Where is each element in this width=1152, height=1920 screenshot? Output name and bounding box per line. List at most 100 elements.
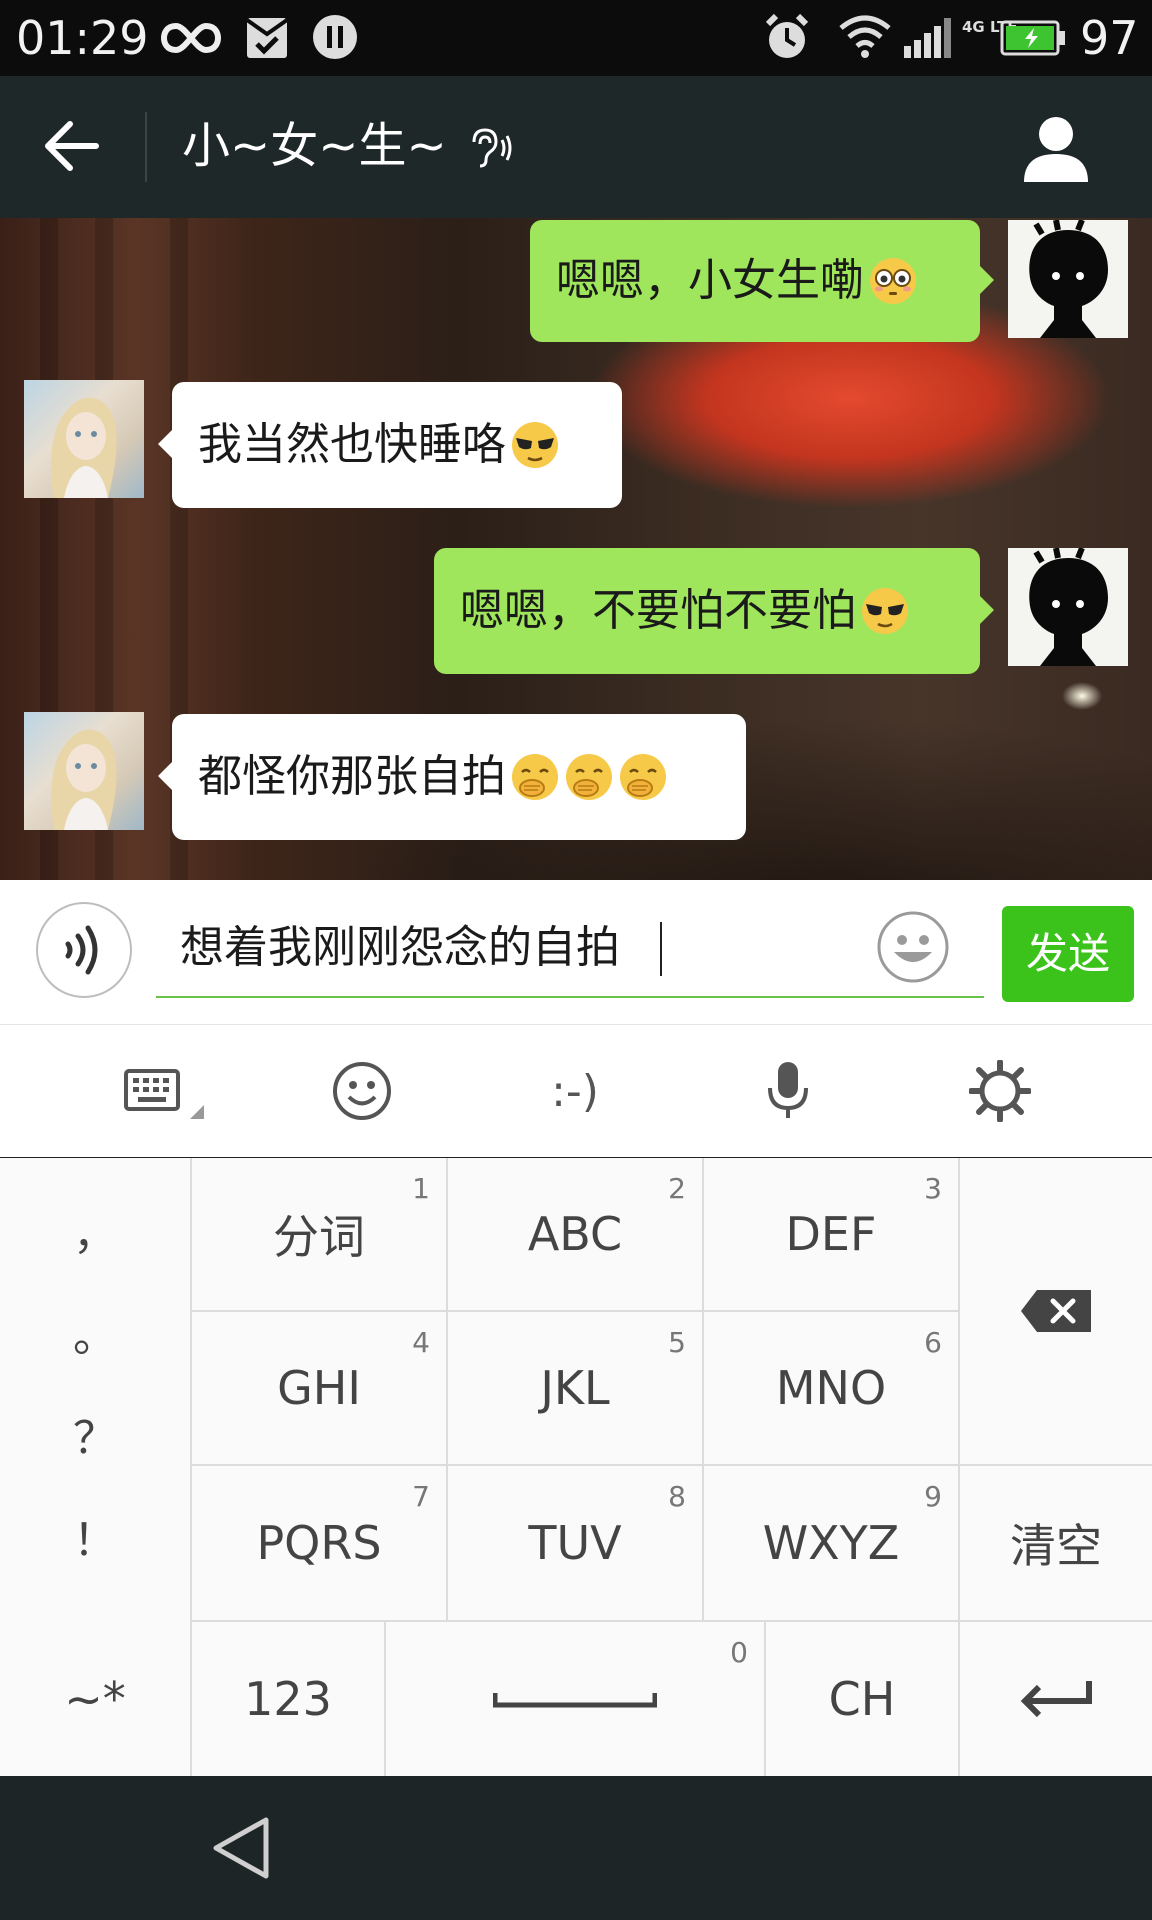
key-label: 清空 [1010,1519,1102,1573]
enter-key[interactable] [960,1622,1152,1776]
key-number: 6 [924,1326,942,1359]
key-label: WXYZ [762,1516,900,1570]
key-9[interactable]: WXYZ 9 [704,1466,958,1620]
cool-face-icon [512,422,558,468]
voice-input-button[interactable] [36,902,132,998]
bubble-tail [980,596,994,624]
punct-comma[interactable]: ， [0,1198,190,1262]
key-number: 1 [412,1172,430,1205]
title-bar: 小~女~生~ [0,76,1152,218]
alarm-icon [765,13,809,58]
emoji-panel-button[interactable] [326,1053,398,1129]
message-bubble-sent[interactable]: 嗯嗯，不要怕不要怕 [434,548,994,674]
key-label: JKL [540,1361,610,1415]
key-label: GHI [277,1361,361,1415]
battery-percent: 97 [1080,11,1139,65]
bubble-tail [158,762,172,790]
key-4[interactable]: GHI 4 [192,1312,446,1464]
punctuation-list[interactable]: ， 。 ？ ！ [0,1158,190,1622]
key-label: CH [828,1672,896,1726]
clear-key[interactable]: 清空 [960,1466,1152,1620]
shy-face-icon [620,754,666,800]
space-key[interactable]: 0 [386,1622,764,1776]
status-bar: 01:29 4G LTE 97 [0,0,1152,76]
symbols-key[interactable]: ~* [0,1622,190,1776]
enter-arrow-icon [1020,1681,1092,1718]
emoticon-button[interactable]: :-) [530,1053,620,1129]
message-bubble-received[interactable]: 都怪你那张自拍 [158,714,746,840]
wifi-icon [839,15,891,58]
infinity-icon [160,22,222,54]
message-text: 嗯嗯，不要怕不要怕 [460,585,856,636]
key-label: 分词 [273,1210,365,1264]
my-avatar[interactable] [1008,548,1128,666]
bubble-tail [980,266,994,294]
key-1[interactable]: 分词 1 [192,1158,446,1310]
voice-typing-button[interactable] [760,1053,816,1129]
key-number: 3 [924,1172,942,1205]
notification-check-icon [245,18,289,58]
key-6[interactable]: MNO 6 [704,1312,958,1464]
contact-profile-icon[interactable] [1018,112,1094,184]
pause-icon [313,15,357,59]
backspace-key[interactable] [960,1158,1152,1464]
microphone-icon [768,1062,808,1118]
punct-question[interactable]: ？ [0,1402,190,1466]
send-button[interactable]: 发送 [1002,906,1134,1002]
key-label: PQRS [256,1516,382,1570]
chat-messages[interactable]: 嗯嗯，小女生嘞 我当然也快睡咯 嗯嗯，不要怕不要怕 都怪你那张自拍 [0,218,1152,880]
ime-settings-button[interactable] [964,1053,1036,1129]
navigation-bar [0,1776,1152,1920]
key-2[interactable]: ABC 2 [448,1158,702,1310]
key-3[interactable]: DEF 3 [704,1158,958,1310]
message-text: 嗯嗯，小女生嘞 [556,255,864,306]
my-avatar[interactable] [1008,220,1128,338]
key-number: 7 [412,1480,430,1513]
key-label: MNO [775,1361,887,1415]
flushed-face-icon [870,258,916,304]
bubble-tail [158,430,172,458]
language-key[interactable]: CH [766,1622,958,1776]
message-input[interactable]: 想着我刚刚怨念的自拍 [156,902,984,998]
key-label: 123 [244,1672,332,1726]
key-number: 4 [412,1326,430,1359]
cool-face-icon [862,588,908,634]
smiley-icon [333,1062,391,1120]
signal-icon [904,18,951,58]
key-number: 0 [730,1636,748,1669]
voice-wave-icon [65,925,98,975]
key-label: ~* [64,1672,126,1726]
ime-toolbar: :-) [0,1025,1152,1157]
key-number: 5 [668,1326,686,1359]
nav-back-icon[interactable] [206,1812,278,1884]
shy-face-icon [512,754,558,800]
backspace-icon [1021,1290,1091,1332]
text-caret [660,922,662,976]
title-divider [145,112,147,182]
punct-exclaim[interactable]: ！ [0,1504,190,1568]
emoji-face-icon[interactable] [876,910,950,984]
message-text: 我当然也快睡咯 [198,419,506,470]
message-input-text: 想着我刚刚怨念的自拍 [180,922,620,973]
numbers-key[interactable]: 123 [192,1622,384,1776]
message-text: 都怪你那张自拍 [198,751,506,802]
contact-avatar[interactable] [24,712,144,830]
battery-icon [1000,20,1065,56]
key-label: DEF [785,1207,877,1261]
key-7[interactable]: PQRS 7 [192,1466,446,1620]
punct-period[interactable]: 。 [0,1300,190,1364]
shy-face-icon [566,754,612,800]
chat-title: 小~女~生~ [182,118,447,174]
key-8[interactable]: TUV 8 [448,1466,702,1620]
earpiece-mode-icon [472,128,512,168]
message-bubble-received[interactable]: 我当然也快睡咯 [158,382,622,508]
status-time: 01:29 [16,11,149,65]
message-bubble-sent[interactable]: 嗯嗯，小女生嘞 [530,220,994,342]
back-arrow-icon[interactable] [38,110,110,182]
key-5[interactable]: JKL 5 [448,1312,702,1464]
key-number: 8 [668,1480,686,1513]
t9-keypad: ， 。 ？ ！ 分词 1 ABC 2 DEF 3 GHI 4 JKL 5 MNO… [0,1158,1152,1776]
keyboard-switch-button[interactable] [118,1053,218,1129]
contact-avatar[interactable] [24,380,144,498]
message-input-bar: 想着我刚刚怨念的自拍 发送 [0,880,1152,1025]
